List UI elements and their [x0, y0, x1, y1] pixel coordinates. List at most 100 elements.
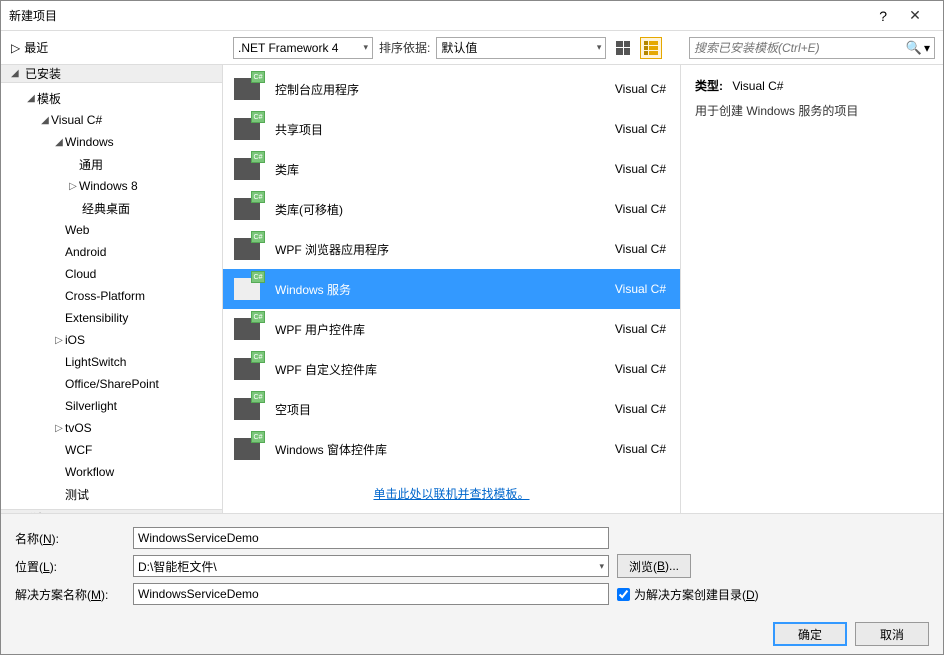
details-pane: 类型: Visual C# 用于创建 Windows 服务的项目	[681, 65, 943, 513]
framework-combo[interactable]: .NET Framework 4 ▾	[233, 37, 373, 59]
search-input[interactable]: 🔍 ▾	[689, 37, 935, 59]
create-dir-checkbox[interactable]: 为解决方案创建目录(D)	[617, 586, 759, 603]
tree-test[interactable]: ▷测试	[11, 483, 222, 505]
tree-cloud[interactable]: ▷Cloud	[11, 263, 222, 285]
tree-windows[interactable]: ◢ Windows	[11, 131, 222, 153]
location-input[interactable]	[138, 559, 599, 573]
create-dir-check[interactable]	[617, 588, 630, 601]
name-input[interactable]	[138, 531, 604, 545]
template-row[interactable]: C#WPF 自定义控件库Visual C#	[223, 349, 680, 389]
tree-extensibility[interactable]: ▷Extensibility	[11, 307, 222, 329]
ok-button[interactable]: 确定	[773, 622, 847, 646]
sort-combo[interactable]: 默认值 ▾	[436, 37, 606, 59]
help-button[interactable]: ?	[879, 8, 887, 24]
sort-value: 默认值	[441, 39, 592, 56]
tree-silverlight[interactable]: ▷Silverlight	[11, 395, 222, 417]
template-name: WPF 用户控件库	[275, 321, 590, 338]
template-row[interactable]: C# 类库(可移植) Visual C#	[223, 189, 680, 229]
template-row[interactable]: C# WPF 用户控件库 Visual C#	[223, 309, 680, 349]
template-icon: C#	[231, 193, 263, 225]
template-row[interactable]: C#类库Visual C#	[223, 149, 680, 189]
template-lang: Visual C#	[602, 362, 672, 376]
template-list: C#控制台应用程序Visual C# C#共享项目Visual C# C#类库V…	[223, 65, 680, 473]
tree-android[interactable]: ▷Android	[11, 241, 222, 263]
template-row[interactable]: C#WPF 浏览器应用程序Visual C#	[223, 229, 680, 269]
tree-workflow[interactable]: ▷Workflow	[11, 461, 222, 483]
template-icon: C#	[231, 113, 263, 145]
center-pane: C#控制台应用程序Visual C# C#共享项目Visual C# C#类库V…	[223, 65, 681, 513]
solution-input[interactable]	[138, 587, 604, 601]
online-search-link[interactable]: 单击此处以联机并查找模板。	[373, 485, 529, 502]
template-row[interactable]: C#控制台应用程序Visual C#	[223, 69, 680, 109]
tree-classic-desktop[interactable]: ▷ 经典桌面	[11, 197, 222, 219]
tree-crossplatform[interactable]: ▷Cross-Platform	[11, 285, 222, 307]
tree-label: Cloud	[65, 267, 96, 281]
tree-label: 测试	[65, 486, 89, 503]
tree-label: Windows	[65, 135, 114, 149]
template-icon: C#	[231, 273, 263, 305]
tree-wcf[interactable]: ▷WCF	[11, 439, 222, 461]
solution-input-wrapper[interactable]	[133, 583, 609, 605]
template-name: WPF 自定义控件库	[275, 361, 590, 378]
tree-office-sharepoint[interactable]: ▷Office/SharePoint	[11, 373, 222, 395]
type-label: 类型:	[695, 79, 723, 93]
chevron-right-icon[interactable]: ▷	[11, 41, 20, 55]
template-name: 控制台应用程序	[275, 81, 590, 98]
titlebar: 新建项目 ? ✕	[1, 1, 943, 31]
grid-view-button[interactable]	[612, 37, 634, 59]
browse-button[interactable]: 浏览(B)...	[617, 554, 691, 578]
name-input-wrapper[interactable]	[133, 527, 609, 549]
template-lang: Visual C#	[602, 202, 672, 216]
tree-tvos[interactable]: ▷tvOS	[11, 417, 222, 439]
tree-lightswitch[interactable]: ▷LightSwitch	[11, 351, 222, 373]
template-lang: Visual C#	[602, 402, 672, 416]
location-combo[interactable]: ▾	[133, 555, 609, 577]
template-row-selected[interactable]: C#Windows 服务Visual C#	[223, 269, 680, 309]
close-button[interactable]: ✕	[895, 7, 935, 24]
template-icon: C#	[231, 313, 263, 345]
chevron-down-icon: ◢	[25, 93, 37, 104]
tree-ios[interactable]: ▷iOS	[11, 329, 222, 351]
window-title: 新建项目	[9, 7, 879, 24]
tree-templates[interactable]: ◢ 模板	[11, 87, 222, 109]
template-lang: Visual C#	[602, 122, 672, 136]
search-field[interactable]	[694, 41, 906, 55]
template-name: 类库(可移植)	[275, 201, 590, 218]
tree-visual-csharp[interactable]: ◢ Visual C#	[11, 109, 222, 131]
tree-windows8[interactable]: ▷ Windows 8	[11, 175, 222, 197]
template-tree: ◢ 模板 ◢ Visual C# ◢ Windows ▷ 通用 ▷ Window…	[1, 83, 222, 509]
chevron-down-icon: ◢	[39, 115, 51, 126]
tree-label: Cross-Platform	[65, 289, 145, 303]
chevron-down-icon: ▾	[597, 42, 602, 53]
template-lang: Visual C#	[602, 242, 672, 256]
template-row[interactable]: C#空项目Visual C#	[223, 389, 680, 429]
template-row[interactable]: C#共享项目Visual C#	[223, 109, 680, 149]
chevron-right-icon: ▷	[53, 335, 65, 346]
tree-label: Workflow	[65, 465, 114, 479]
chevron-right-icon: ▷	[67, 181, 79, 192]
template-icon: C#	[231, 393, 263, 425]
template-lang: Visual C#	[602, 282, 672, 296]
search-icon[interactable]: 🔍	[906, 40, 922, 56]
list-view-button[interactable]	[640, 37, 662, 59]
tree-label: 通用	[79, 156, 103, 173]
grid-icon	[616, 41, 630, 55]
installed-section-header[interactable]: ◢ 已安装	[1, 65, 222, 83]
chevron-down-icon[interactable]: ▾	[599, 561, 604, 572]
template-row[interactable]: C#Windows 窗体控件库Visual C#	[223, 429, 680, 469]
tree-label: tvOS	[65, 421, 92, 435]
chevron-right-icon: ▷	[53, 423, 65, 434]
tree-universal[interactable]: ▷ 通用	[11, 153, 222, 175]
main-area: ◢ 已安装 ◢ 模板 ◢ Visual C# ◢ Windows ▷ 通用 ▷ …	[1, 65, 943, 513]
recent-label[interactable]: 最近	[24, 39, 48, 56]
tree-label: WCF	[65, 443, 92, 457]
template-lang: Visual C#	[602, 322, 672, 336]
cancel-button[interactable]: 取消	[855, 622, 929, 646]
chevron-down-icon: ▾	[363, 42, 368, 53]
chevron-down-icon: ◢	[53, 137, 65, 148]
template-lang: Visual C#	[602, 442, 672, 456]
list-icon	[644, 41, 658, 55]
template-name: 类库	[275, 161, 590, 178]
tree-web[interactable]: ▷Web	[11, 219, 222, 241]
chevron-down-icon[interactable]: ▾	[924, 41, 930, 55]
